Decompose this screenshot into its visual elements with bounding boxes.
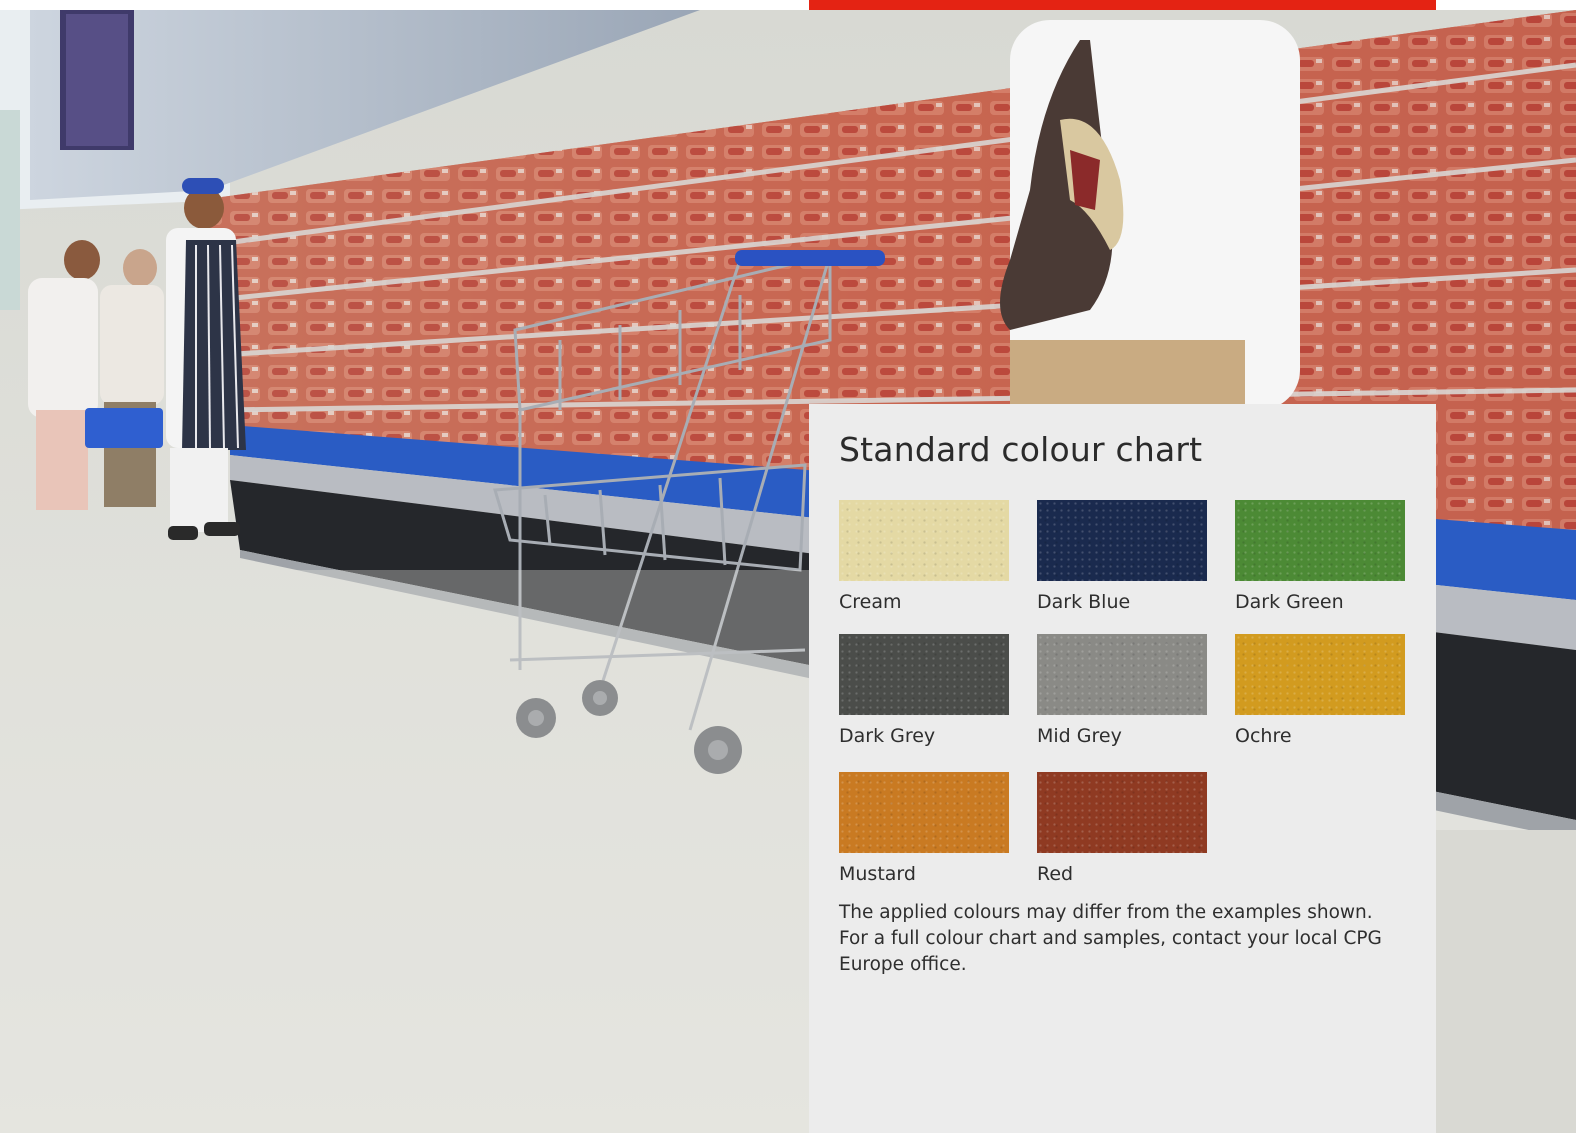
- swatch-mustard-sample: [839, 772, 1009, 853]
- swatch-label: Red: [1037, 863, 1074, 885]
- swatch-dark-green-sample: [1235, 500, 1405, 581]
- swatch-dark-blue-sample: [1037, 500, 1207, 581]
- swatch-ochre-sample: [1235, 634, 1405, 715]
- swatch-label: Dark Grey: [839, 725, 936, 747]
- swatch-label: Mid Grey: [1037, 725, 1122, 747]
- swatch-cream-sample: [839, 500, 1009, 581]
- swatch-ochre: Ochre: [1235, 634, 1405, 748]
- swatch-mid-grey: Mid Grey: [1037, 634, 1207, 748]
- accent-bar: [809, 0, 1436, 10]
- colour-chart-panel: Standard colour chart Cream Dark Blue Da…: [809, 404, 1436, 1133]
- swatch-red: Red: [1037, 772, 1207, 886]
- swatch-label: Dark Blue: [1037, 591, 1131, 613]
- swatch-label: Mustard: [839, 863, 916, 885]
- swatch-dark-blue: Dark Blue: [1037, 500, 1207, 614]
- swatch-label: Ochre: [1235, 725, 1292, 747]
- swatch-dark-grey: Dark Grey: [839, 634, 1009, 748]
- swatch-label: Cream: [839, 591, 902, 613]
- swatch-red-sample: [1037, 772, 1207, 853]
- swatch-mid-grey-sample: [1037, 634, 1207, 715]
- colour-disclaimer-note: The applied colours may differ from the …: [839, 902, 1382, 975]
- colour-chart-title: Standard colour chart: [839, 430, 1203, 469]
- swatch-dark-green: Dark Green: [1235, 500, 1405, 614]
- swatch-label: Dark Green: [1235, 591, 1344, 613]
- swatch-dark-grey-sample: [839, 634, 1009, 715]
- swatch-mustard: Mustard: [839, 772, 1009, 886]
- swatch-cream: Cream: [839, 500, 1009, 614]
